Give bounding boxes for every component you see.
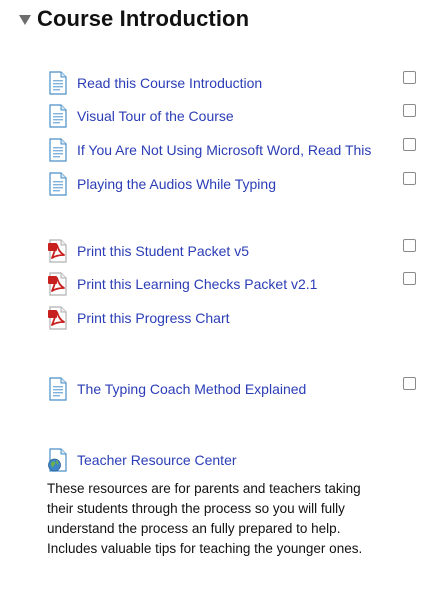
section-header: Course Introduction — [19, 6, 249, 32]
pdf-icon — [47, 306, 69, 330]
document-icon — [47, 138, 69, 162]
activity-typing-coach-method[interactable]: The Typing Coach Method Explained — [47, 376, 306, 402]
activity-link[interactable]: Print this Learning Checks Packet v2.1 — [77, 276, 317, 292]
activity-link[interactable]: The Typing Coach Method Explained — [77, 381, 306, 397]
activity-print-progress-chart[interactable]: Print this Progress Chart — [47, 305, 230, 331]
completion-checkbox[interactable] — [403, 71, 416, 84]
activity-print-learning-checks[interactable]: Print this Learning Checks Packet v2.1 — [47, 271, 317, 297]
completion-checkbox[interactable] — [403, 104, 416, 117]
resource-description: These resources are for parents and teac… — [47, 481, 363, 556]
activity-link[interactable]: Read this Course Introduction — [77, 75, 262, 91]
activity-not-using-word[interactable]: If You Are Not Using Microsoft Word, Rea… — [47, 137, 371, 163]
completion-checkbox[interactable] — [403, 239, 416, 252]
activity-visual-tour[interactable]: Visual Tour of the Course — [47, 103, 234, 129]
activity-print-student-packet[interactable]: Print this Student Packet v5 — [47, 238, 249, 264]
activity-playing-audios[interactable]: Playing the Audios While Typing — [47, 171, 276, 197]
completion-checkbox[interactable] — [403, 138, 416, 151]
document-icon — [47, 172, 69, 196]
section-title: Course Introduction — [37, 6, 250, 31]
document-icon — [47, 104, 69, 128]
activity-link[interactable]: Visual Tour of the Course — [77, 108, 234, 124]
activity-link[interactable]: If You Are Not Using Microsoft Word, Rea… — [77, 142, 371, 158]
activity-link[interactable]: Print this Student Packet v5 — [77, 243, 249, 259]
document-icon — [47, 377, 69, 401]
document-icon — [47, 71, 69, 95]
activity-link[interactable]: Teacher Resource Center — [77, 452, 237, 468]
activity-link[interactable]: Playing the Audios While Typing — [77, 176, 276, 192]
activity-teacher-resource-center[interactable]: Teacher Resource Center — [47, 447, 237, 473]
completion-checkbox[interactable] — [403, 377, 416, 390]
collapse-toggle-icon[interactable] — [19, 15, 31, 25]
activity-link[interactable]: Print this Progress Chart — [77, 310, 230, 326]
globe-url-icon — [47, 448, 69, 472]
pdf-icon — [47, 272, 69, 296]
pdf-icon — [47, 239, 69, 263]
completion-checkbox[interactable] — [403, 172, 416, 185]
completion-checkbox[interactable] — [403, 272, 416, 285]
activity-read-course-introduction[interactable]: Read this Course Introduction — [47, 70, 262, 96]
